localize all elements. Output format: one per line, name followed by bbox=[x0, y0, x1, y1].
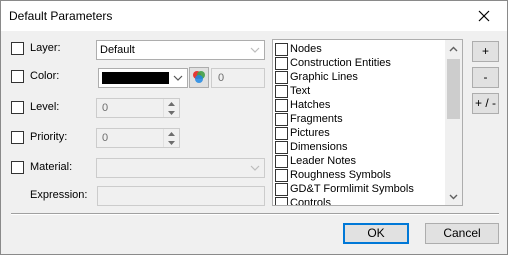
list-item-label: Construction Entities bbox=[290, 57, 391, 69]
layer-value: Default bbox=[100, 44, 135, 56]
list-item[interactable]: Hatches bbox=[275, 98, 447, 112]
scroll-down-button[interactable] bbox=[445, 188, 462, 205]
expression-label: Expression: bbox=[30, 189, 88, 201]
chevron-down-icon bbox=[173, 75, 183, 81]
list-item-label: Controls bbox=[290, 197, 331, 206]
layer-checkbox[interactable] bbox=[11, 42, 24, 55]
cancel-button[interactable]: Cancel bbox=[425, 223, 499, 244]
list-item-checkbox[interactable] bbox=[275, 85, 288, 98]
dialog-window: Default Parameters Layer: Default Color: bbox=[0, 0, 508, 255]
color-label: Color: bbox=[30, 70, 60, 82]
level-stepper[interactable]: 0 bbox=[96, 98, 180, 118]
color-number-value: 0 bbox=[218, 72, 225, 84]
priority-increment-button[interactable] bbox=[164, 129, 179, 138]
list-item-checkbox[interactable] bbox=[275, 99, 288, 112]
list-item-checkbox[interactable] bbox=[275, 43, 288, 56]
list-item-checkbox[interactable] bbox=[275, 169, 288, 182]
list-item-label: Nodes bbox=[290, 43, 322, 55]
color-palette-button[interactable] bbox=[189, 67, 209, 88]
material-checkbox[interactable] bbox=[11, 161, 24, 174]
close-icon bbox=[478, 10, 490, 22]
scroll-up-button[interactable] bbox=[445, 40, 462, 57]
list-item-label: Text bbox=[290, 85, 311, 97]
chevron-down-icon bbox=[250, 47, 260, 53]
level-value: 0 bbox=[102, 102, 109, 114]
color-number-field[interactable]: 0 bbox=[211, 68, 265, 88]
level-stepper-buttons bbox=[163, 99, 179, 117]
priority-decrement-button[interactable] bbox=[164, 138, 179, 147]
caret-down-icon bbox=[168, 140, 175, 145]
level-increment-button[interactable] bbox=[164, 99, 179, 108]
toggle-button[interactable]: + / - bbox=[472, 93, 499, 114]
list-item-checkbox[interactable] bbox=[275, 113, 288, 126]
list-item[interactable]: Nodes bbox=[275, 42, 447, 56]
list-item[interactable]: Leader Notes bbox=[275, 154, 447, 168]
color-swatch bbox=[102, 72, 169, 84]
list-item[interactable]: GD&T Formlimit Symbols bbox=[275, 182, 447, 196]
material-select[interactable] bbox=[96, 158, 265, 178]
list-item-label: Pictures bbox=[290, 127, 330, 139]
list-item-checkbox[interactable] bbox=[275, 141, 288, 154]
list-item-checkbox[interactable] bbox=[275, 71, 288, 84]
palette-icon bbox=[193, 71, 205, 83]
priority-checkbox[interactable] bbox=[11, 131, 24, 144]
footer-divider bbox=[11, 213, 499, 215]
caret-up-icon bbox=[168, 131, 175, 136]
list-item-label: Graphic Lines bbox=[290, 71, 358, 83]
list-item[interactable]: Controls bbox=[275, 196, 447, 206]
chevron-up-icon bbox=[449, 46, 458, 51]
list-item-checkbox[interactable] bbox=[275, 197, 288, 205]
layer-label: Layer: bbox=[30, 42, 61, 54]
window-title: Default Parameters bbox=[9, 9, 113, 23]
priority-stepper[interactable]: 0 bbox=[96, 128, 180, 148]
add-button[interactable]: + bbox=[472, 41, 499, 62]
list-item-checkbox[interactable] bbox=[275, 57, 288, 70]
chevron-down-icon bbox=[250, 165, 260, 171]
list-item-label: Hatches bbox=[290, 99, 331, 111]
scroll-thumb[interactable] bbox=[447, 59, 460, 119]
expression-input[interactable] bbox=[97, 186, 265, 206]
priority-label: Priority: bbox=[30, 131, 68, 143]
list-item-checkbox[interactable] bbox=[275, 183, 288, 196]
caret-up-icon bbox=[168, 101, 175, 106]
list-scrollbar[interactable] bbox=[445, 40, 462, 205]
priority-stepper-buttons bbox=[163, 129, 179, 147]
list-item[interactable]: Roughness Symbols bbox=[275, 168, 447, 182]
list-item-label: Fragments bbox=[290, 113, 343, 125]
title-bar: Default Parameters bbox=[1, 1, 507, 31]
list-item-label: GD&T Formlimit Symbols bbox=[290, 183, 414, 195]
close-button[interactable] bbox=[461, 1, 507, 31]
layer-select[interactable]: Default bbox=[96, 40, 265, 60]
entity-type-list[interactable]: Nodes Construction Entities Graphic Lines T… bbox=[272, 39, 463, 206]
list-item[interactable]: Construction Entities bbox=[275, 56, 447, 70]
chevron-down-icon bbox=[449, 194, 458, 199]
level-decrement-button[interactable] bbox=[164, 108, 179, 117]
list-item[interactable]: Dimensions bbox=[275, 140, 447, 154]
list-item[interactable]: Graphic Lines bbox=[275, 70, 447, 84]
list-item-checkbox[interactable] bbox=[275, 127, 288, 140]
material-label: Material: bbox=[30, 161, 73, 173]
ok-button[interactable]: OK bbox=[343, 223, 409, 244]
caret-down-icon bbox=[168, 110, 175, 115]
list-item[interactable]: Text bbox=[275, 84, 447, 98]
level-label: Level: bbox=[30, 101, 60, 113]
list-item[interactable]: Pictures bbox=[275, 126, 447, 140]
color-checkbox[interactable] bbox=[11, 70, 24, 83]
level-checkbox[interactable] bbox=[11, 101, 24, 114]
list-item-label: Leader Notes bbox=[290, 155, 357, 167]
remove-button[interactable]: - bbox=[472, 67, 499, 88]
list-item-label: Dimensions bbox=[290, 141, 348, 153]
list-item-label: Roughness Symbols bbox=[290, 169, 391, 181]
priority-value: 0 bbox=[102, 132, 109, 144]
list-item-checkbox[interactable] bbox=[275, 155, 288, 168]
list-item[interactable]: Fragments bbox=[275, 112, 447, 126]
color-select[interactable] bbox=[98, 68, 188, 88]
